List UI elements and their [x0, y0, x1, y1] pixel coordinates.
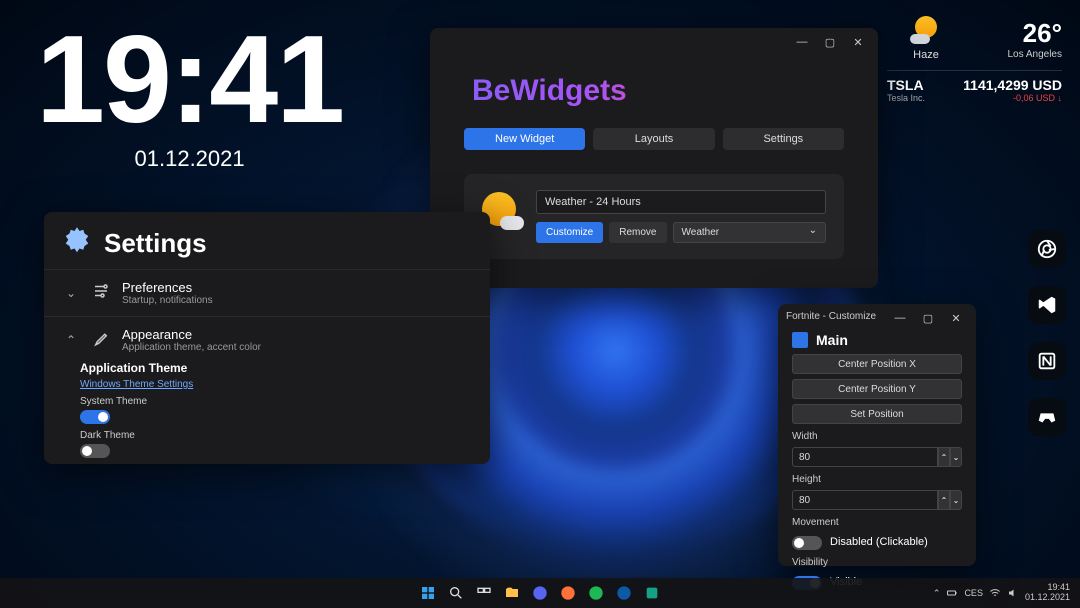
firefox-icon[interactable]: [557, 582, 579, 604]
visibility-label: Visibility: [792, 557, 962, 568]
clock-time: 19:41: [36, 18, 343, 142]
dark-theme-label: Dark Theme: [80, 430, 468, 441]
chevron-up-icon: ⌃: [66, 333, 80, 347]
taskbar-center: [417, 582, 663, 604]
maximize-button[interactable]: ▢: [816, 28, 844, 56]
volume-icon[interactable]: [1007, 587, 1019, 599]
main-section-icon: [792, 332, 808, 348]
settings-window: Settings ⌄ Preferences Startup, notifica…: [44, 212, 490, 464]
bewidgets-titlebar: — ▢ ✕: [430, 28, 878, 56]
width-label: Width: [792, 431, 962, 442]
system-theme-label: System Theme: [80, 396, 468, 407]
set-position-button[interactable]: Set Position: [792, 404, 962, 424]
tray-chevron-icon[interactable]: ⌃: [933, 588, 941, 599]
chevron-down-icon: ⌄: [66, 286, 80, 300]
application-theme-heading: Application Theme: [80, 361, 468, 375]
sliders-icon: [92, 282, 110, 305]
close-button[interactable]: ✕: [844, 28, 872, 56]
width-down-button[interactable]: ⌄: [950, 447, 962, 467]
search-icon[interactable]: [445, 582, 467, 604]
movement-text: Disabled (Clickable): [830, 536, 928, 548]
appearance-title: Appearance: [122, 327, 261, 342]
bewidgets-logo: BeWidgets: [472, 74, 878, 108]
clock-widget: 19:41 01.12.2021: [36, 18, 343, 172]
brush-icon: [92, 329, 110, 352]
tab-new-widget[interactable]: New Widget: [464, 128, 585, 150]
movement-label: Movement: [792, 517, 962, 528]
gear-icon: [62, 226, 92, 261]
minimize-button[interactable]: —: [886, 304, 914, 332]
bewidgets-window: — ▢ ✕ BeWidgets New Widget Layouts Setti…: [430, 28, 878, 288]
temperature-value: 26°: [1008, 18, 1063, 49]
customize-window: Fortnite - Customize — ▢ ✕ Main Center P…: [778, 304, 976, 566]
edge-icon[interactable]: [613, 582, 635, 604]
widget-type-select[interactable]: Weather: [673, 222, 827, 243]
height-up-button[interactable]: ⌃: [938, 490, 950, 510]
width-stepper: ⌃ ⌄: [792, 447, 962, 467]
movement-toggle[interactable]: [792, 536, 822, 550]
game-icon[interactable]: [1028, 398, 1066, 436]
widget-card: Customize Remove Weather: [464, 174, 844, 259]
stock-widget: TSLA Tesla Inc. 1141,4299 USD -0,06 USD …: [887, 70, 1062, 103]
customize-titlebar: Fortnite - Customize — ▢ ✕: [778, 304, 976, 332]
explorer-icon[interactable]: [501, 582, 523, 604]
desktop-app-icons: [1028, 230, 1066, 436]
battery-icon[interactable]: [946, 587, 958, 599]
bewidgets-tabs: New Widget Layouts Settings: [430, 128, 878, 150]
spotify-icon[interactable]: [585, 582, 607, 604]
settings-title: Settings: [104, 228, 207, 259]
main-section-label: Main: [816, 332, 848, 348]
start-button[interactable]: [417, 582, 439, 604]
notion-icon[interactable]: [1028, 342, 1066, 380]
windows-theme-link[interactable]: Windows Theme Settings: [80, 379, 468, 390]
width-input[interactable]: [792, 447, 938, 467]
customize-window-title: Fortnite - Customize: [786, 311, 876, 322]
temperature-city: Los Angeles: [1008, 49, 1063, 60]
stock-price: 1141,4299 USD: [963, 77, 1062, 93]
discord-icon[interactable]: [529, 582, 551, 604]
taskbar: ⌃ CES 19:41 01.12.2021: [0, 578, 1080, 608]
weather-icon: [910, 14, 942, 46]
tab-layouts[interactable]: Layouts: [593, 128, 714, 150]
taskbar-date: 01.12.2021: [1025, 593, 1070, 603]
center-x-button[interactable]: Center Position X: [792, 354, 962, 374]
stock-ticker: TSLA: [887, 77, 925, 93]
height-label: Height: [792, 474, 962, 485]
preferences-subtitle: Startup, notifications: [122, 295, 213, 306]
app-icon[interactable]: [641, 582, 663, 604]
wifi-icon[interactable]: [989, 587, 1001, 599]
height-stepper: ⌃ ⌄: [792, 490, 962, 510]
stock-name: Tesla Inc.: [887, 93, 925, 103]
preferences-title: Preferences: [122, 280, 213, 295]
clock-date: 01.12.2021: [36, 146, 343, 172]
minimize-button[interactable]: —: [788, 28, 816, 56]
preferences-section[interactable]: ⌄ Preferences Startup, notifications: [44, 269, 490, 316]
appearance-subtitle: Application theme, accent color: [122, 342, 261, 353]
language-indicator[interactable]: CES: [964, 588, 983, 598]
close-button[interactable]: ✕: [942, 304, 970, 332]
chrome-icon[interactable]: [1028, 230, 1066, 268]
stock-change: -0,06 USD ↓: [963, 93, 1062, 103]
weather-widget: Haze: [886, 14, 966, 61]
remove-button[interactable]: Remove: [609, 222, 666, 243]
maximize-button[interactable]: ▢: [914, 304, 942, 332]
appearance-header[interactable]: ⌃ Appearance Application theme, accent c…: [66, 327, 468, 353]
taskbar-clock[interactable]: 19:41 01.12.2021: [1025, 583, 1070, 603]
height-down-button[interactable]: ⌄: [950, 490, 962, 510]
center-y-button[interactable]: Center Position Y: [792, 379, 962, 399]
system-theme-toggle[interactable]: [80, 410, 110, 424]
taskbar-tray: ⌃ CES 19:41 01.12.2021: [933, 583, 1080, 603]
visual-studio-icon[interactable]: [1028, 286, 1066, 324]
width-up-button[interactable]: ⌃: [938, 447, 950, 467]
widget-name-input[interactable]: [536, 190, 826, 214]
temperature-widget: 26° Los Angeles: [1008, 18, 1063, 60]
tab-settings[interactable]: Settings: [723, 128, 844, 150]
customize-button[interactable]: Customize: [536, 222, 603, 243]
appearance-section: ⌃ Appearance Application theme, accent c…: [44, 316, 490, 468]
dark-theme-toggle[interactable]: [80, 444, 110, 458]
height-input[interactable]: [792, 490, 938, 510]
task-view-icon[interactable]: [473, 582, 495, 604]
weather-condition: Haze: [886, 49, 966, 61]
